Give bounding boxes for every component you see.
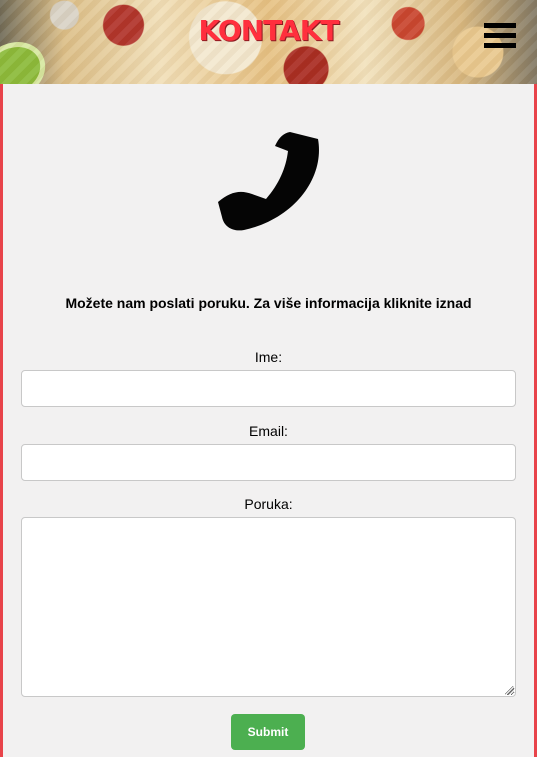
name-field[interactable] — [21, 370, 516, 407]
submit-button[interactable]: Submit — [231, 714, 305, 750]
hamburger-menu-icon — [484, 33, 516, 38]
page-title: KONTAKT — [198, 14, 339, 47]
menu-button[interactable] — [484, 23, 516, 48]
email-label: Email: — [249, 423, 288, 439]
hamburger-menu-icon — [484, 23, 516, 28]
contact-message: Možete nam poslati poruku. Za više infor… — [65, 295, 472, 311]
message-label: Poruka: — [244, 496, 293, 512]
name-label: Ime: — [254, 349, 283, 365]
phone-icon — [218, 132, 319, 231]
hero-banner: KONTAKT — [0, 0, 537, 84]
message-field[interactable] — [21, 517, 516, 697]
email-field[interactable] — [21, 444, 516, 481]
hamburger-menu-icon — [484, 43, 516, 48]
